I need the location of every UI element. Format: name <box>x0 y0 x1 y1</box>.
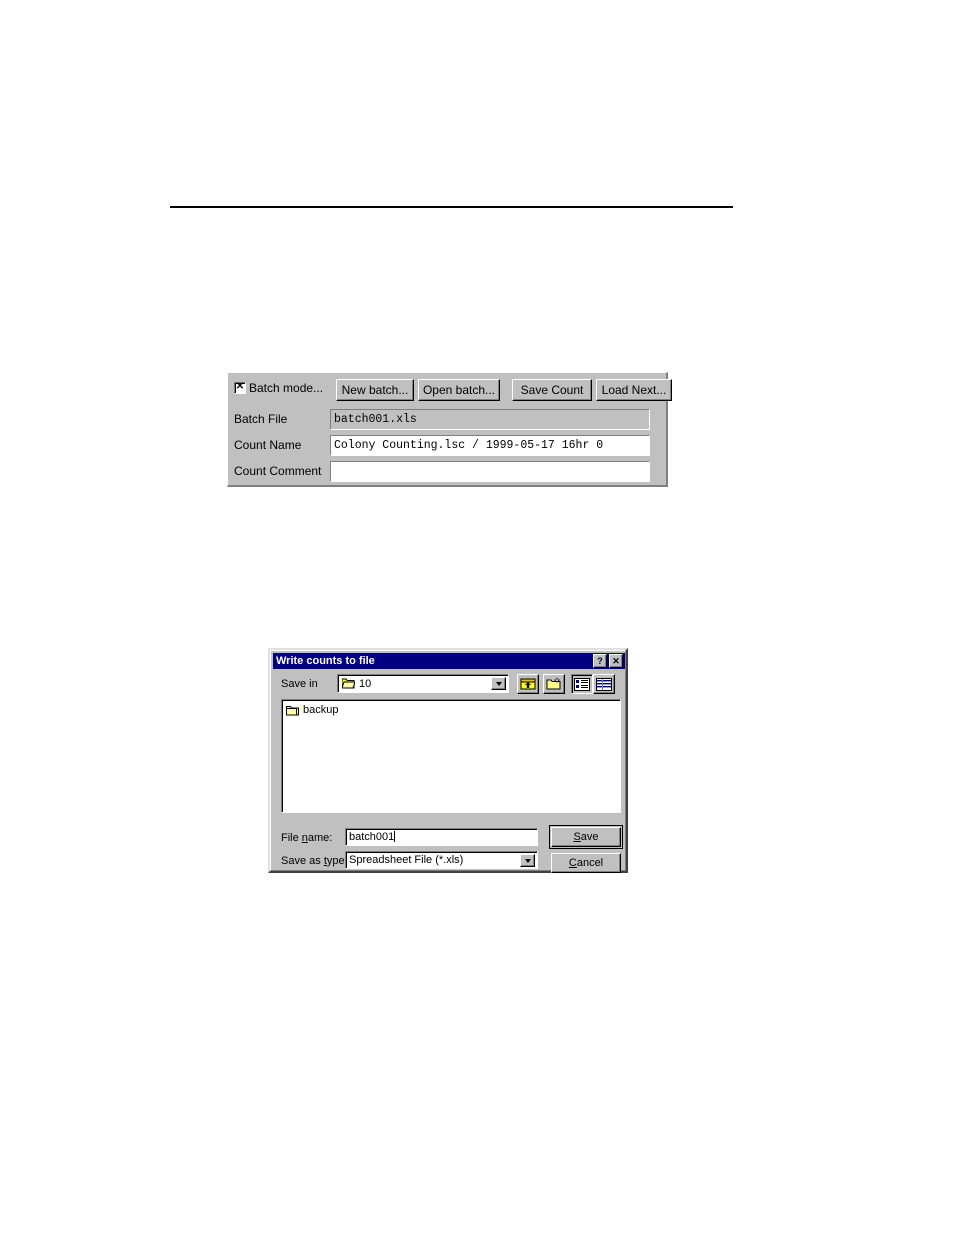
count-comment-label: Count Comment <box>234 464 322 478</box>
save-count-button[interactable]: Save Count <box>512 379 592 401</box>
count-comment-row: Count Comment <box>234 461 662 483</box>
save-as-type-combobox[interactable]: Spreadsheet File (*.xls) <box>345 851 538 869</box>
open-batch-button[interactable]: Open batch... <box>418 379 500 401</box>
open-folder-icon <box>342 678 355 689</box>
dialog-titlebar[interactable]: Write counts to file ? ✕ <box>273 653 625 669</box>
save-button[interactable]: Save <box>549 825 623 849</box>
new-folder-icon[interactable] <box>543 674 565 694</box>
file-name-input[interactable]: batch001 <box>345 828 538 846</box>
count-comment-input[interactable] <box>330 461 650 482</box>
list-item[interactable]: backup <box>286 704 338 716</box>
dialog-title: Write counts to file <box>276 655 375 667</box>
count-name-label: Count Name <box>234 438 302 452</box>
save-in-combobox[interactable]: 10 <box>337 674 509 693</box>
file-name-label: File name: <box>281 832 333 844</box>
save-in-label: Save in <box>281 678 318 690</box>
page-horizontal-rule <box>170 206 733 208</box>
list-view-icon[interactable] <box>571 674 593 694</box>
batch-file-value: batch001.xls <box>330 409 650 430</box>
batch-toolbar: Batch mode... New batch... Open batch...… <box>234 379 672 401</box>
save-as-type-value: Spreadsheet File (*.xls) <box>349 854 464 866</box>
batch-file-label: Batch File <box>234 412 288 426</box>
details-view-icon[interactable] <box>593 674 615 694</box>
chevron-down-icon[interactable] <box>491 677 506 690</box>
save-as-type-label: Save as type: <box>281 855 348 867</box>
batch-mode-label: Batch mode... <box>249 381 324 395</box>
file-name-value: batch001 <box>349 831 395 843</box>
batch-file-row: Batch File batch001.xls <box>234 409 662 431</box>
dialog-inner-frame: Write counts to file ? ✕ Save in 10 back… <box>270 650 626 873</box>
count-name-input[interactable]: Colony Counting.lsc / 1999-05-17 16hr 0 <box>330 435 650 456</box>
save-in-value: 10 <box>359 677 372 690</box>
text-caret <box>394 831 396 842</box>
count-name-row: Count Name Colony Counting.lsc / 1999-05… <box>234 435 662 457</box>
cancel-button[interactable]: Cancel <box>551 853 621 873</box>
write-counts-to-file-dialog: Write counts to file ? ✕ Save in 10 back… <box>268 648 628 873</box>
batch-mode-checkbox-group[interactable]: Batch mode... <box>234 381 323 395</box>
load-next-button[interactable]: Load Next... <box>596 379 672 401</box>
help-icon[interactable]: ? <box>593 654 607 668</box>
chevron-down-icon[interactable] <box>520 854 535 867</box>
folder-icon <box>286 705 299 716</box>
up-one-level-icon[interactable] <box>517 674 539 694</box>
list-item-label: backup <box>303 704 339 716</box>
new-batch-button[interactable]: New batch... <box>336 379 414 401</box>
file-list-view[interactable]: backup <box>281 699 621 813</box>
close-icon[interactable]: ✕ <box>609 654 623 668</box>
batch-mode-panel: Batch mode... New batch... Open batch...… <box>227 372 672 487</box>
batch-mode-checkbox[interactable] <box>234 381 246 394</box>
